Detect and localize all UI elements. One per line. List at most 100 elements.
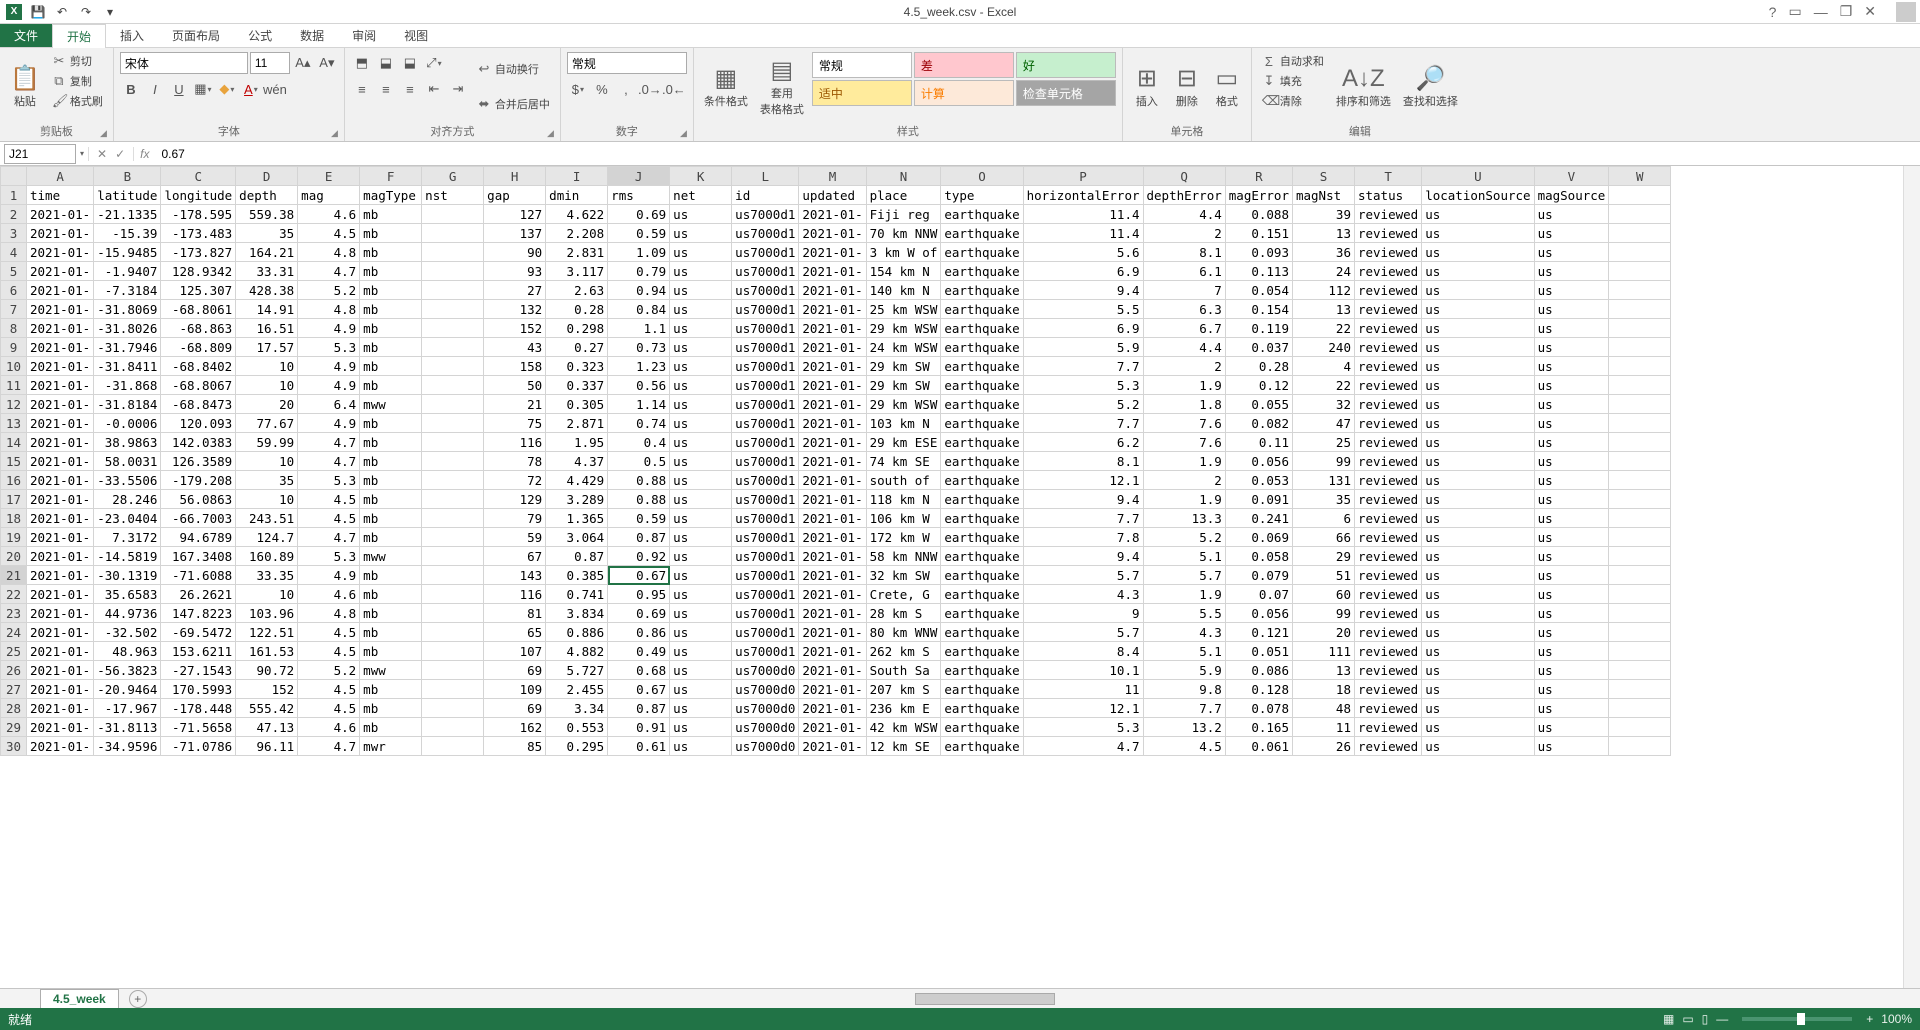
cell[interactable]: 4.4: [1143, 205, 1225, 224]
cell[interactable]: 13: [1292, 224, 1354, 243]
cell[interactable]: 0.84: [608, 300, 670, 319]
cell[interactable]: mwr: [360, 737, 422, 756]
cell[interactable]: 36: [1292, 243, 1354, 262]
cell[interactable]: us: [1422, 243, 1534, 262]
cell[interactable]: 0.323: [546, 357, 608, 376]
style-check-cell[interactable]: 检查单元格: [1016, 80, 1116, 106]
horizontal-scrollbar[interactable]: [147, 989, 1920, 1008]
cell[interactable]: 2021-01-: [799, 376, 866, 395]
cell[interactable]: us: [1534, 699, 1609, 718]
row-header-26[interactable]: 26: [1, 661, 27, 680]
cell[interactable]: 8.1: [1143, 243, 1225, 262]
tab-data[interactable]: 数据: [286, 24, 338, 47]
format-cells-button[interactable]: ▭格式: [1209, 52, 1245, 121]
cell[interactable]: earthquake: [941, 433, 1023, 452]
cell[interactable]: reviewed: [1354, 737, 1421, 756]
cell[interactable]: 6.3: [1143, 300, 1225, 319]
cell[interactable]: 4.5: [298, 490, 360, 509]
cell[interactable]: 38.9863: [94, 433, 161, 452]
cell[interactable]: us: [1422, 490, 1534, 509]
cell[interactable]: 7.7: [1023, 357, 1143, 376]
cell[interactable]: 2021-01-: [799, 528, 866, 547]
cell[interactable]: 162: [484, 718, 546, 737]
cell[interactable]: reviewed: [1354, 224, 1421, 243]
cell[interactable]: 4.5: [1143, 737, 1225, 756]
cell[interactable]: 160.89: [236, 547, 298, 566]
cell[interactable]: mb: [360, 718, 422, 737]
row-header-17[interactable]: 17: [1, 490, 27, 509]
cell[interactable]: [422, 300, 484, 319]
cell[interactable]: [1609, 224, 1671, 243]
cell[interactable]: [422, 490, 484, 509]
cell[interactable]: [1609, 547, 1671, 566]
cell[interactable]: 2021-01-: [799, 357, 866, 376]
cell[interactable]: 2021-01-: [27, 243, 94, 262]
insert-cells-button[interactable]: ⊞插入: [1129, 52, 1165, 121]
cell[interactable]: us: [670, 680, 732, 699]
cell[interactable]: 3.834: [546, 604, 608, 623]
cell[interactable]: 109: [484, 680, 546, 699]
cell[interactable]: 78: [484, 452, 546, 471]
cell[interactable]: 131: [1292, 471, 1354, 490]
cell[interactable]: us: [1422, 585, 1534, 604]
cell[interactable]: -30.1319: [94, 566, 161, 585]
cell[interactable]: mag: [298, 186, 360, 205]
cell[interactable]: 2021-01-: [799, 300, 866, 319]
row-header-21[interactable]: 21: [1, 566, 27, 585]
underline-button[interactable]: U: [168, 78, 190, 100]
formula-input[interactable]: [155, 147, 1920, 161]
cell[interactable]: mb: [360, 433, 422, 452]
zoom-in-button[interactable]: +: [1866, 1012, 1873, 1026]
cell[interactable]: -68.8402: [161, 357, 236, 376]
cell[interactable]: 2021-01-: [27, 737, 94, 756]
cell[interactable]: us: [1534, 319, 1609, 338]
cell[interactable]: [1609, 509, 1671, 528]
cell[interactable]: earthquake: [941, 585, 1023, 604]
cell[interactable]: us: [670, 224, 732, 243]
qat-customize-icon[interactable]: ▾: [102, 4, 118, 20]
cell[interactable]: us7000d1: [732, 414, 799, 433]
tab-view[interactable]: 视图: [390, 24, 442, 47]
cell[interactable]: 85: [484, 737, 546, 756]
cell[interactable]: reviewed: [1354, 680, 1421, 699]
cell[interactable]: [422, 642, 484, 661]
cell[interactable]: -68.809: [161, 338, 236, 357]
cell[interactable]: us: [1534, 718, 1609, 737]
cell[interactable]: 0.07: [1225, 585, 1292, 604]
name-box[interactable]: [4, 144, 76, 164]
decrease-decimal-icon[interactable]: .0←: [663, 78, 685, 100]
cell[interactable]: -68.8473: [161, 395, 236, 414]
cell[interactable]: [1609, 319, 1671, 338]
row-header-25[interactable]: 25: [1, 642, 27, 661]
cell[interactable]: 2021-01-: [799, 262, 866, 281]
cell[interactable]: 107: [484, 642, 546, 661]
cell[interactable]: 65: [484, 623, 546, 642]
row-header-23[interactable]: 23: [1, 604, 27, 623]
cell[interactable]: [422, 547, 484, 566]
cell[interactable]: [422, 471, 484, 490]
col-header-F[interactable]: F: [360, 167, 422, 186]
cell[interactable]: us7000d1: [732, 224, 799, 243]
row-header-18[interactable]: 18: [1, 509, 27, 528]
cell[interactable]: 0.241: [1225, 509, 1292, 528]
cell[interactable]: reviewed: [1354, 547, 1421, 566]
cell[interactable]: mb: [360, 604, 422, 623]
cell[interactable]: us7000d1: [732, 604, 799, 623]
cancel-formula-icon[interactable]: ✕: [97, 147, 107, 161]
cell[interactable]: 58.0031: [94, 452, 161, 471]
cell[interactable]: us: [1422, 319, 1534, 338]
cell[interactable]: type: [941, 186, 1023, 205]
cell[interactable]: [422, 395, 484, 414]
cell[interactable]: -0.0006: [94, 414, 161, 433]
cell[interactable]: 127: [484, 205, 546, 224]
cell[interactable]: updated: [799, 186, 866, 205]
cell[interactable]: 2021-01-: [799, 414, 866, 433]
col-header-K[interactable]: K: [670, 167, 732, 186]
align-center-icon[interactable]: ≡: [375, 78, 397, 100]
decrease-font-icon[interactable]: A▾: [316, 52, 338, 74]
col-header-P[interactable]: P: [1023, 167, 1143, 186]
number-format-select[interactable]: [567, 52, 687, 74]
cell[interactable]: locationSource: [1422, 186, 1534, 205]
cell[interactable]: 129: [484, 490, 546, 509]
cell[interactable]: [1609, 395, 1671, 414]
